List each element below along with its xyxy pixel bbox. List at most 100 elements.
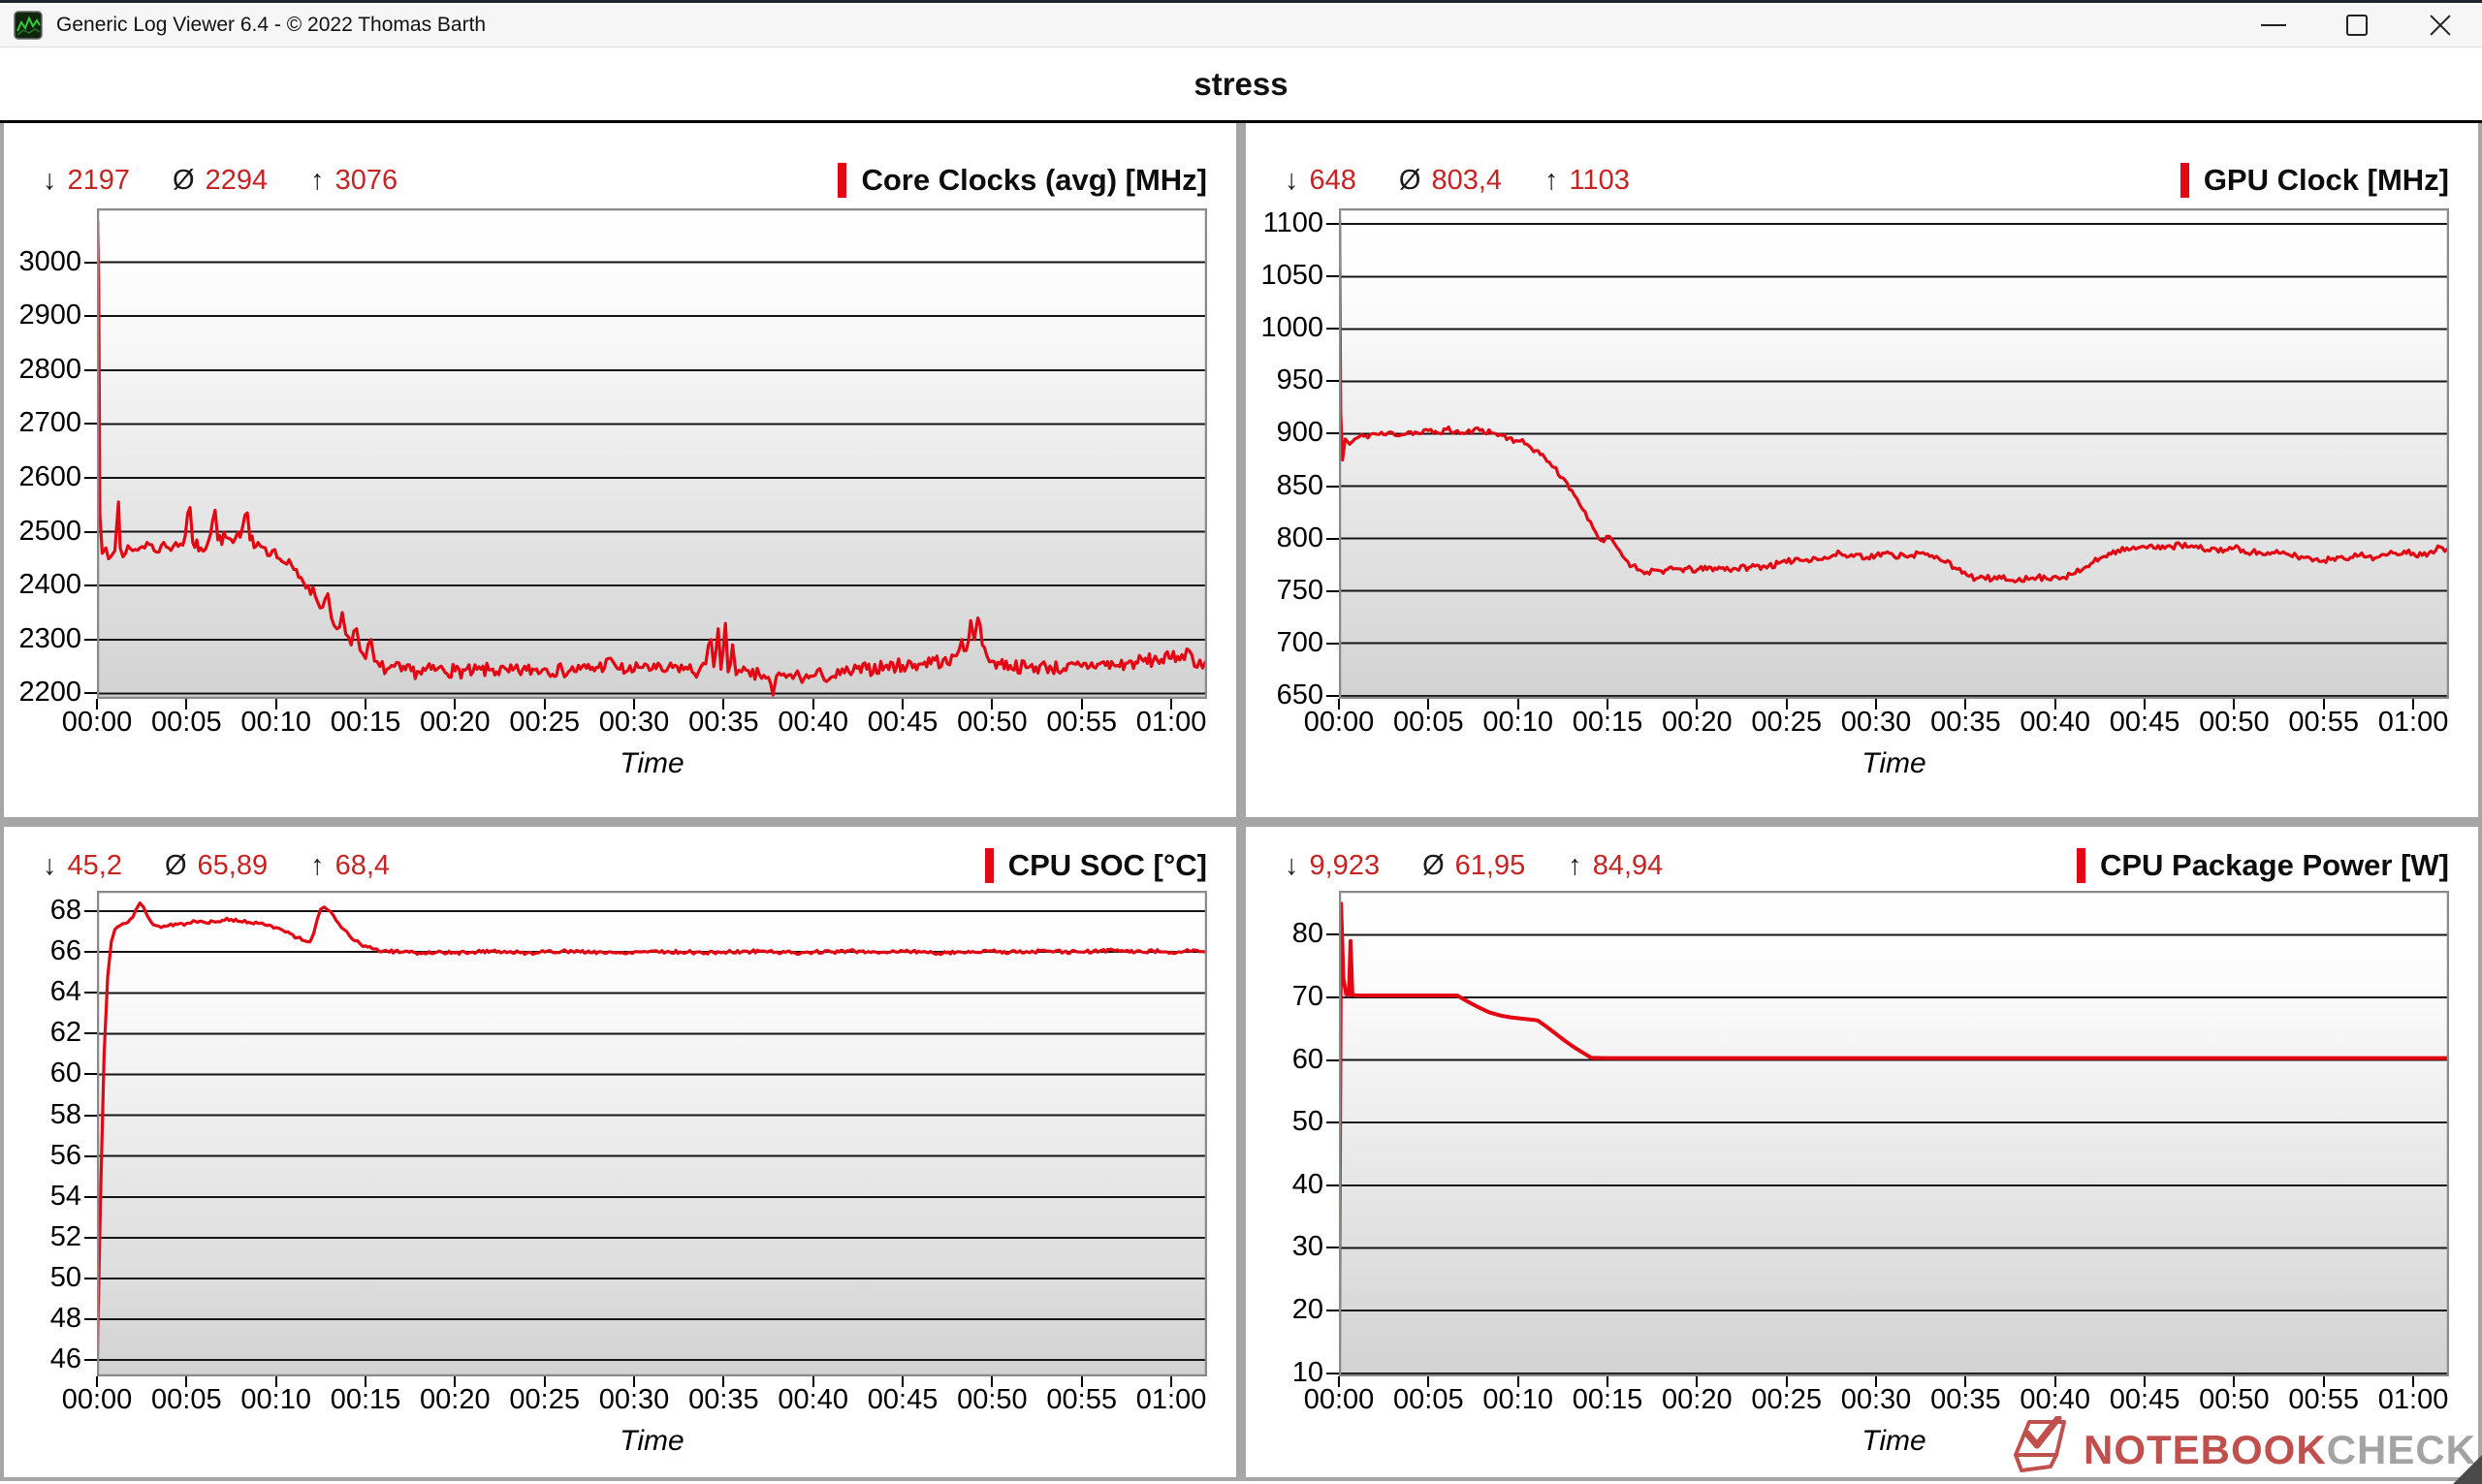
y-tick-mark bbox=[84, 1196, 97, 1198]
y-tick-mark bbox=[84, 423, 97, 425]
y-tick-mark bbox=[84, 910, 97, 912]
close-button[interactable] bbox=[2399, 3, 2482, 47]
stat-min: ↓45,2 bbox=[43, 850, 122, 882]
y-tick-label: 70 bbox=[1292, 981, 1323, 1013]
plot-zone: 110010501000950900850800750700650 00:000… bbox=[1246, 208, 2478, 817]
x-tick-label: 00:25 bbox=[509, 707, 580, 739]
y-tick-label: 2500 bbox=[18, 515, 81, 547]
series-legend: GPU Clock [MHz] bbox=[2180, 163, 2449, 198]
notebookcheck-watermark: NOTEBOOK CHECK bbox=[2008, 1416, 2476, 1484]
y-tick-label: 20 bbox=[1292, 1294, 1323, 1326]
x-tick-label: 00:55 bbox=[2288, 707, 2359, 739]
y-tick-mark bbox=[84, 1032, 97, 1034]
x-tick-label: 00:30 bbox=[1841, 1384, 1912, 1416]
log-title: stress bbox=[1193, 66, 1288, 103]
window-controls bbox=[2232, 3, 2482, 47]
x-tick-label: 01:00 bbox=[1136, 1384, 1207, 1416]
min-arrow-icon: ↓ bbox=[43, 165, 57, 197]
y-tick-mark bbox=[84, 262, 97, 264]
x-tick-label: 00:35 bbox=[688, 1384, 759, 1416]
x-tick-label: 00:30 bbox=[599, 1384, 670, 1416]
x-axis-title: Time bbox=[97, 1421, 1207, 1466]
stat-avg: Ø803,4 bbox=[1399, 165, 1502, 197]
x-tick-label: 00:00 bbox=[62, 707, 133, 739]
x-tick-label: 00:00 bbox=[62, 1384, 133, 1416]
series-legend: CPU SOC [°C] bbox=[985, 848, 1207, 883]
y-tick-label: 66 bbox=[50, 935, 81, 967]
y-tick-mark bbox=[84, 1278, 97, 1279]
y-tick-label: 2900 bbox=[18, 300, 81, 332]
avg-icon: Ø bbox=[1422, 850, 1445, 882]
y-tick-label: 3000 bbox=[18, 245, 81, 277]
y-tick-label: 1000 bbox=[1260, 312, 1323, 344]
y-tick-mark bbox=[1326, 643, 1339, 645]
y-tick-mark bbox=[1326, 996, 1339, 998]
y-tick-mark bbox=[1326, 695, 1339, 697]
stat-min: ↓2197 bbox=[43, 165, 130, 197]
maximize-button[interactable] bbox=[2315, 3, 2399, 47]
x-tick-label: 00:50 bbox=[957, 1384, 1028, 1416]
y-tick-mark bbox=[84, 1073, 97, 1075]
y-tick-label: 50 bbox=[1292, 1106, 1323, 1138]
minimize-button[interactable] bbox=[2232, 3, 2315, 47]
y-tick-mark bbox=[1326, 223, 1339, 225]
x-tick-label: 00:25 bbox=[1751, 707, 1822, 739]
y-tick-label: 68 bbox=[50, 895, 81, 927]
y-tick-mark bbox=[84, 1318, 97, 1320]
y-tick-label: 54 bbox=[50, 1181, 81, 1213]
y-tick-mark bbox=[84, 1237, 97, 1239]
y-tick-mark bbox=[84, 477, 97, 479]
series-legend: Core Clocks (avg) [MHz] bbox=[838, 163, 1207, 198]
y-axis-labels: 300029002800270026002500240023002200 bbox=[4, 208, 97, 699]
legend-color-bar bbox=[2077, 848, 2085, 883]
x-tick-label: 00:45 bbox=[2110, 707, 2180, 739]
y-tick-mark bbox=[1326, 1373, 1339, 1374]
stat-min-value: 648 bbox=[1310, 165, 1356, 197]
y-tick-mark bbox=[1326, 590, 1339, 592]
legend-label: CPU Package Power [W] bbox=[2100, 848, 2449, 883]
x-tick-label: 00:45 bbox=[2110, 1384, 2180, 1416]
y-tick-mark bbox=[1326, 933, 1339, 935]
x-tick-label: 00:35 bbox=[1930, 707, 2001, 739]
max-arrow-icon: ↑ bbox=[310, 165, 325, 197]
y-tick-label: 750 bbox=[1277, 574, 1323, 606]
stat-avg: Ø 65,89 bbox=[165, 850, 268, 882]
x-tick-label: 01:00 bbox=[2378, 1384, 2449, 1416]
y-tick-label: 700 bbox=[1277, 627, 1323, 659]
x-tick-label: 00:00 bbox=[1304, 1384, 1375, 1416]
y-tick-mark bbox=[84, 639, 97, 641]
y-tick-mark bbox=[1326, 486, 1339, 488]
stat-max-value: 68,4 bbox=[335, 850, 390, 882]
legend-label: GPU Clock [MHz] bbox=[2204, 163, 2449, 198]
legend-label: CPU SOC [°C] bbox=[1008, 848, 1207, 883]
x-axis-labels: 00:0000:0500:1000:1500:2000:2500:3000:35… bbox=[97, 699, 1207, 743]
x-tick-label: 00:10 bbox=[240, 1384, 311, 1416]
y-tick-label: 52 bbox=[50, 1221, 81, 1253]
window-resize-grip[interactable] bbox=[2453, 1455, 2482, 1484]
x-tick-label: 00:05 bbox=[151, 1384, 222, 1416]
stat-min-value: 45,2 bbox=[68, 850, 122, 882]
x-axis-labels: 00:0000:0500:1000:1500:2000:2500:3000:35… bbox=[1339, 1376, 2449, 1421]
y-tick-mark bbox=[1326, 1184, 1339, 1186]
y-tick-mark bbox=[1326, 380, 1339, 382]
avg-icon: Ø bbox=[165, 850, 187, 882]
y-tick-label: 950 bbox=[1277, 364, 1323, 396]
x-tick-label: 00:15 bbox=[331, 1384, 401, 1416]
y-tick-label: 2800 bbox=[18, 354, 81, 386]
y-tick-label: 46 bbox=[50, 1343, 81, 1375]
y-tick-mark bbox=[1326, 1059, 1339, 1061]
x-tick-label: 00:50 bbox=[957, 707, 1028, 739]
y-tick-mark bbox=[84, 992, 97, 994]
stat-avg: Ø2294 bbox=[173, 165, 268, 197]
y-tick-label: 48 bbox=[50, 1303, 81, 1335]
x-tick-label: 00:20 bbox=[420, 707, 491, 739]
notebookcheck-laptop-icon bbox=[2008, 1416, 2084, 1484]
stat-avg-value: 65,89 bbox=[198, 850, 269, 882]
x-tick-label: 00:50 bbox=[2199, 1384, 2270, 1416]
x-tick-label: 01:00 bbox=[2378, 707, 2449, 739]
y-tick-label: 58 bbox=[50, 1098, 81, 1130]
x-tick-label: 00:10 bbox=[1482, 707, 1553, 739]
y-tick-label: 1050 bbox=[1260, 260, 1323, 292]
titlebar[interactable]: Generic Log Viewer 6.4 - © 2022 Thomas B… bbox=[0, 3, 2482, 47]
avg-icon: Ø bbox=[173, 165, 195, 197]
